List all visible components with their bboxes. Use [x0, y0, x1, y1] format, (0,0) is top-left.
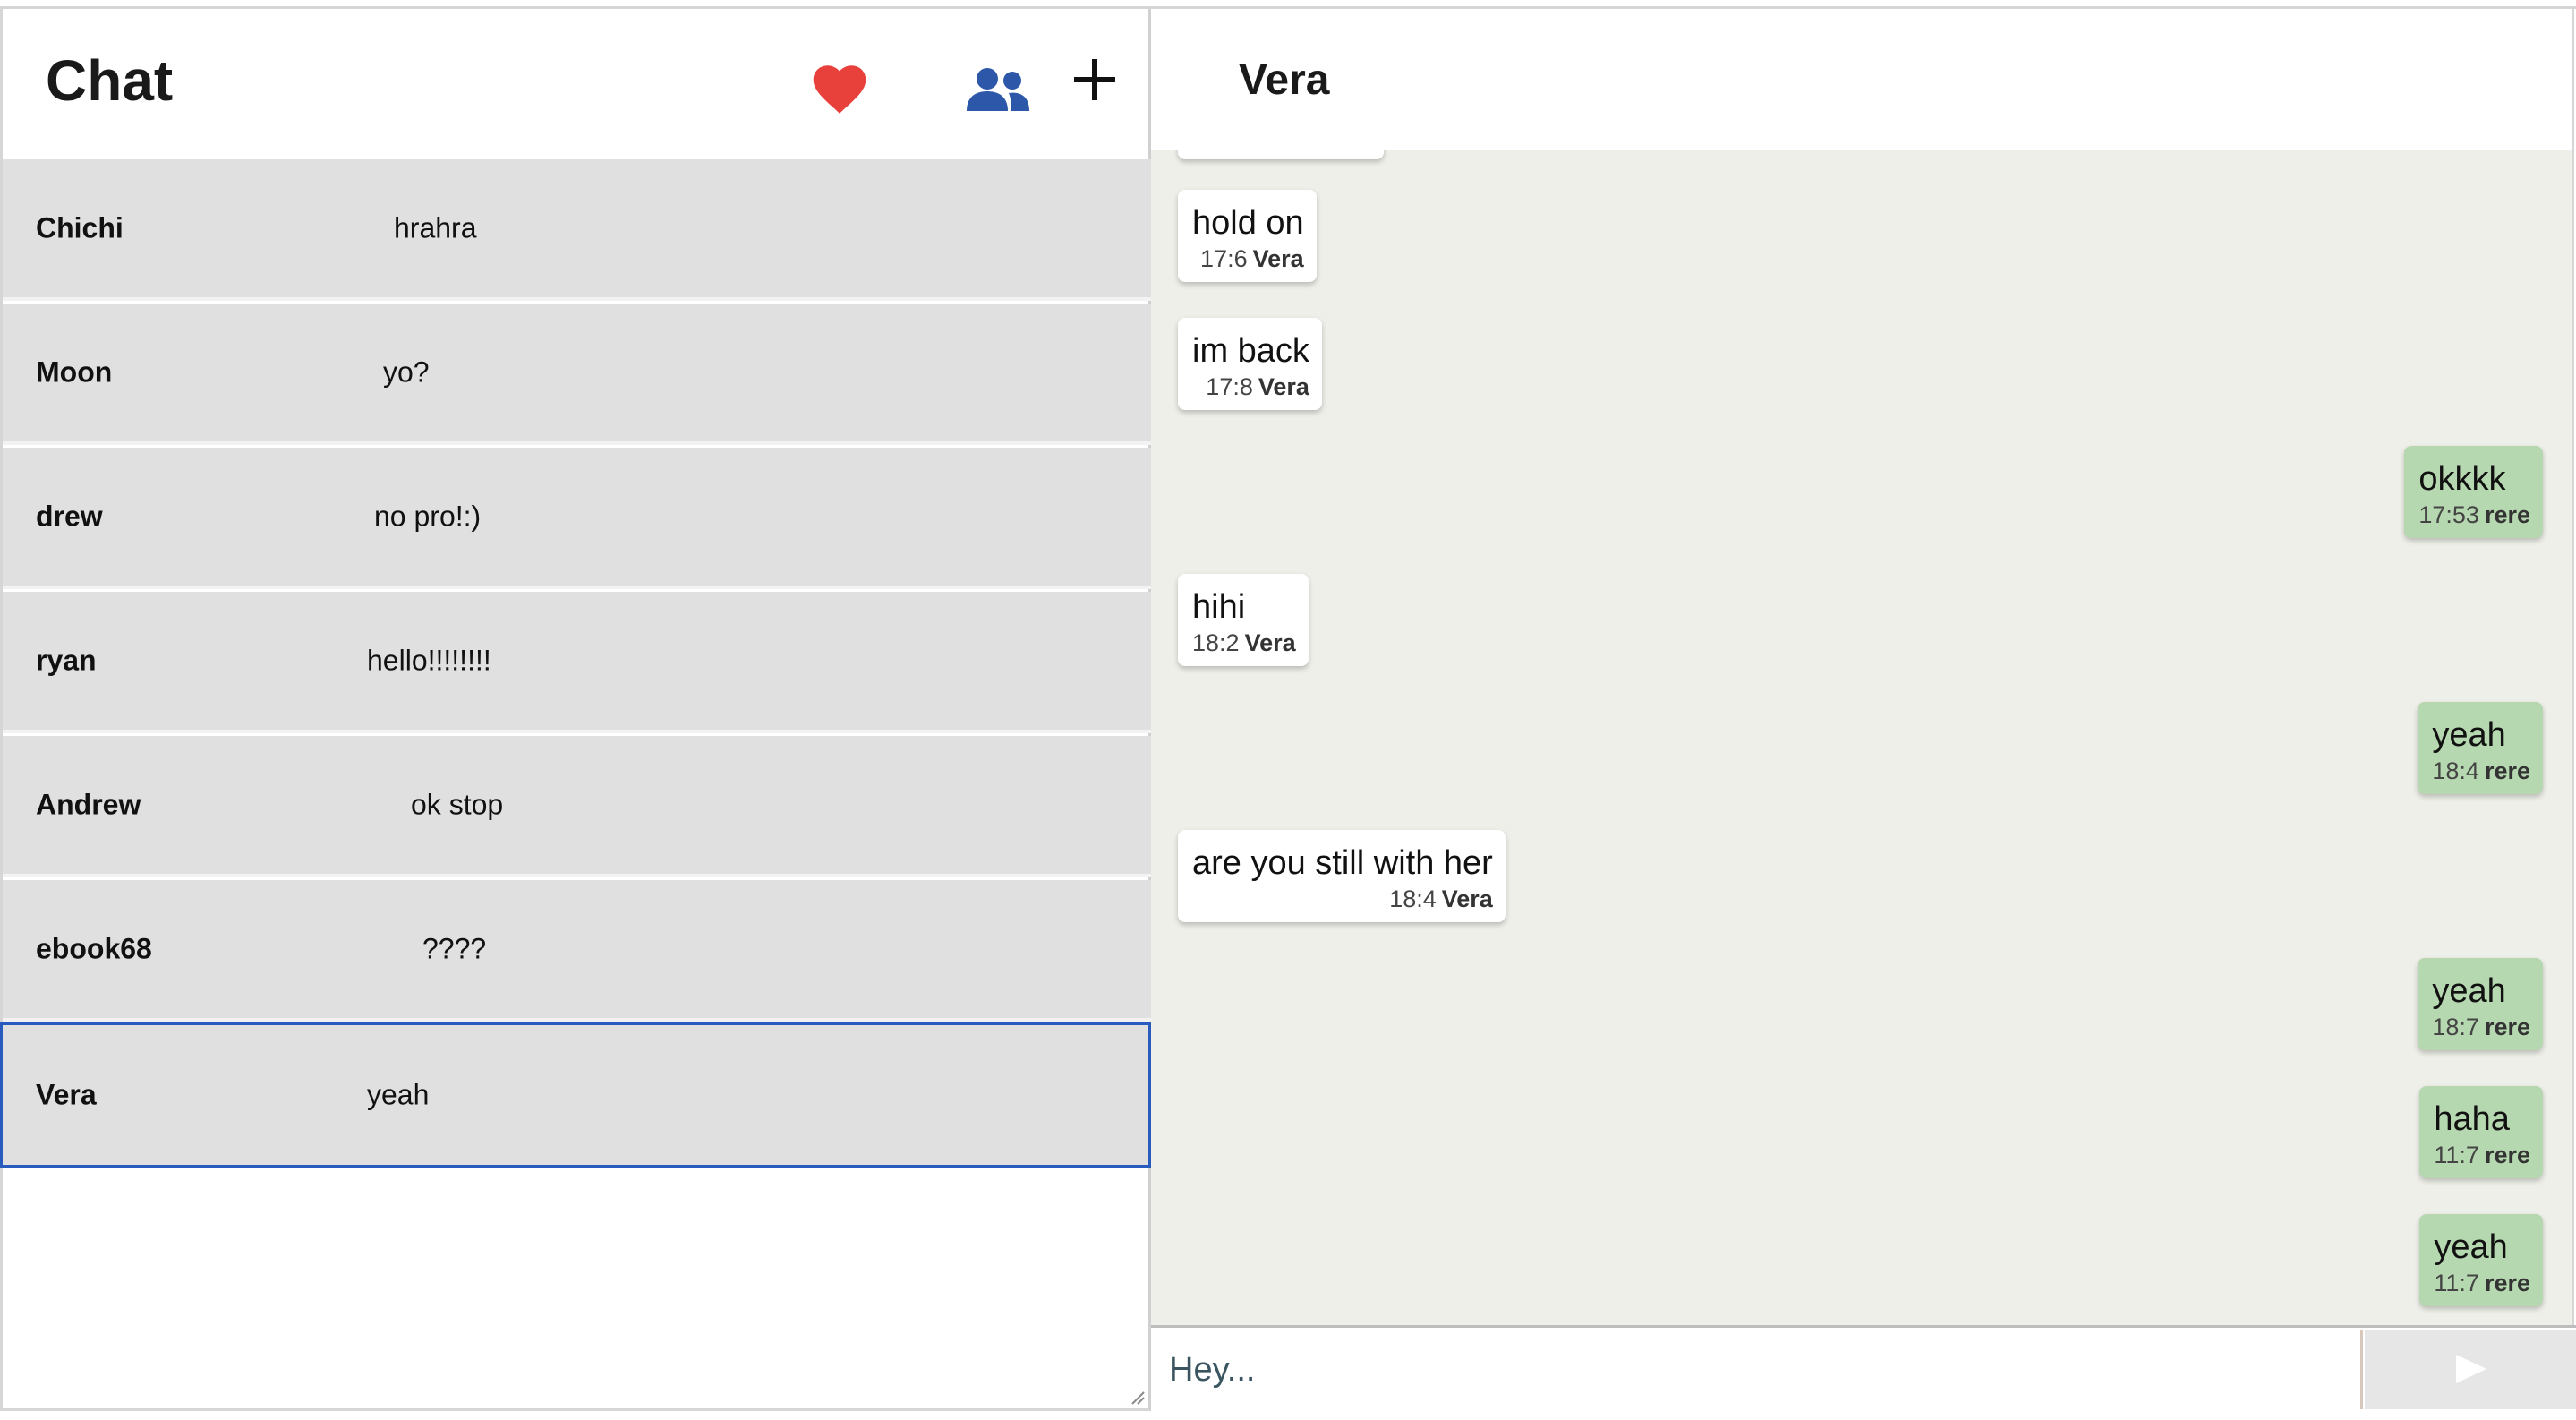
message-sender: rere — [2484, 1270, 2530, 1296]
conversation-preview: yo? — [383, 355, 430, 389]
message-sender: rere — [2484, 1014, 2530, 1040]
conversation-item-moon[interactable]: Moon yo? — [3, 304, 1151, 445]
message-bubble: yeah 11:7 rere — [2419, 1214, 2543, 1306]
message-time: 18:4 — [1389, 885, 1437, 912]
message-sender: rere — [2484, 1142, 2530, 1168]
message-meta: 17:6 Vera — [1192, 245, 1304, 273]
conversation-preview: hrahra — [394, 211, 477, 244]
conversation-name: Chichi — [36, 211, 124, 244]
heart-icon[interactable] — [808, 58, 871, 121]
message-meta: 11:7 rere — [2434, 1270, 2530, 1297]
sidebar-header: Chat — [3, 9, 1148, 159]
message-meta: 17:8 Vera — [1192, 373, 1309, 401]
message-meta: 18:4 rere — [2432, 757, 2530, 785]
message-text: okkkk — [2418, 460, 2506, 498]
conversation-name: Moon — [36, 355, 113, 389]
conversation-item-drew[interactable]: drew no pro!:) — [3, 448, 1151, 589]
message-bubble: im back 17:8 Vera — [1178, 318, 1322, 410]
message-text: hihi — [1192, 588, 1246, 626]
message-bubble: yeah 18:4 rere — [2418, 702, 2543, 794]
message-sender: Vera — [1441, 885, 1493, 912]
message-time: 18:7 — [2432, 1014, 2479, 1040]
message-text: are you still with her — [1192, 844, 1493, 882]
message-meta: 18:2 Vera — [1192, 629, 1296, 657]
chat-panel: Vera hold on 17:6 Vera im back 17:8 Vera o… — [1151, 9, 2576, 1411]
message-meta: 18:4 Vera — [1192, 885, 1493, 913]
conversation-item-chichi[interactable]: Chichi hrahra — [3, 159, 1151, 301]
chat-header: Vera — [1151, 9, 2574, 150]
message-text: im back — [1192, 332, 1309, 370]
message-time: 11:7 — [2434, 1142, 2479, 1168]
message-text: hold on — [1192, 204, 1304, 242]
message-bubble: hihi 18:2 Vera — [1178, 574, 1309, 666]
message-text: yeah — [2432, 716, 2506, 754]
conversation-preview: ok stop — [411, 788, 504, 821]
conversation-item-andrew[interactable]: Andrew ok stop — [3, 736, 1151, 877]
top-border — [0, 0, 2576, 9]
conversation-item-ryan[interactable]: ryan hello!!!!!!!! — [3, 592, 1151, 733]
conversation-preview: hello!!!!!!!! — [367, 644, 491, 677]
message-sender: rere — [2484, 757, 2530, 784]
message-bubble-partial — [1178, 150, 1384, 159]
message-time: 17:8 — [1206, 373, 1253, 400]
conversation-preview: yeah — [367, 1078, 430, 1111]
resize-grip-icon[interactable] — [1129, 1389, 1145, 1405]
message-time: 18:2 — [1192, 629, 1240, 656]
plus-icon[interactable] — [1068, 48, 1122, 111]
conversation-name: ryan — [36, 644, 97, 677]
message-bubble: haha 11:7 rere — [2419, 1086, 2543, 1178]
app-title: Chat — [46, 48, 174, 113]
message-input[interactable] — [1155, 1330, 2363, 1409]
conversation-sidebar: Chat Chichi hrahra Moon yo? drew no pro!… — [0, 9, 1151, 1411]
conversation-preview: ???? — [422, 932, 487, 965]
send-icon — [2452, 1353, 2488, 1388]
message-bubble: yeah 18:7 rere — [2418, 958, 2543, 1050]
message-meta: 11:7 rere — [2434, 1142, 2530, 1169]
message-text: yeah — [2434, 1228, 2508, 1266]
message-meta: 17:53 rere — [2418, 501, 2530, 529]
chat-app: Chat Chichi hrahra Moon yo? drew no pro!… — [0, 0, 2576, 1420]
message-text: yeah — [2432, 972, 2506, 1010]
message-list[interactable]: hold on 17:6 Vera im back 17:8 Vera okkkk … — [1151, 150, 2574, 1325]
message-sender: Vera — [1252, 245, 1304, 272]
message-bubble: are you still with her 18:4 Vera — [1178, 830, 1506, 922]
conversation-name: Vera — [36, 1078, 97, 1111]
message-meta: 18:7 rere — [2432, 1014, 2530, 1041]
conversation-name: Andrew — [36, 788, 141, 821]
message-sender: Vera — [1258, 373, 1309, 400]
message-bubble: hold on 17:6 Vera — [1178, 190, 1317, 282]
message-sender: Vera — [1244, 629, 1296, 656]
message-time: 18:4 — [2432, 757, 2479, 784]
message-time: 11:7 — [2434, 1270, 2479, 1296]
message-bubble: okkkk 17:53 rere — [2404, 446, 2543, 538]
message-time: 17:53 — [2418, 501, 2479, 528]
chat-title: Vera — [1239, 56, 1330, 104]
send-button[interactable] — [2365, 1330, 2576, 1409]
conversation-name: drew — [36, 500, 103, 533]
message-sender: rere — [2484, 501, 2530, 528]
message-text: haha — [2434, 1100, 2510, 1138]
message-composer — [1151, 1325, 2576, 1411]
conversation-item-vera[interactable]: Vera yeah — [0, 1022, 1151, 1168]
users-icon[interactable] — [964, 61, 1032, 118]
conversation-name: ebook68 — [36, 932, 152, 965]
conversation-preview: no pro!:) — [374, 500, 482, 533]
conversation-item-ebook68[interactable]: ebook68 ???? — [3, 880, 1151, 1022]
message-time: 17:6 — [1200, 245, 1248, 272]
